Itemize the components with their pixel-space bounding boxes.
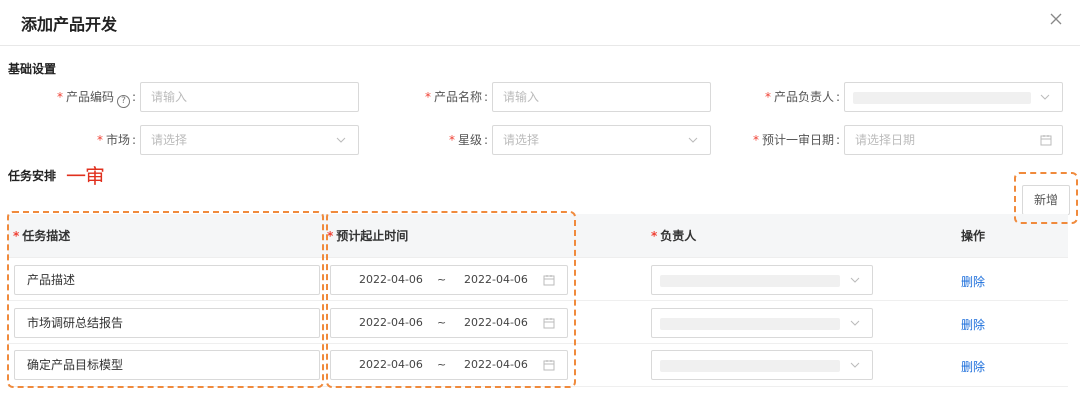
chevron-down-icon [850,320,860,326]
redacted-value [660,275,840,287]
calendar-icon [543,360,555,371]
task-table-header: * 任务描述 * 预计起止时间 * 负责人 操作 [8,214,1068,258]
task-owner-select[interactable] [651,308,873,338]
chevron-down-icon [850,362,860,368]
redacted-value [853,92,1031,104]
tasks-section-title: 任务安排 [8,169,57,183]
calendar-icon [1040,135,1052,146]
review-date-picker[interactable]: 请选择日期 [844,125,1063,155]
delete-task-link[interactable]: 删除 [961,358,985,375]
help-icon[interactable]: ? [116,95,130,108]
chevron-down-icon [336,137,346,143]
row-divider [8,300,1068,301]
stage-annotation: 一审 [66,164,105,188]
dialog-header: 添加产品开发 [0,0,1080,46]
product-code-input[interactable]: 请输入 [140,82,359,112]
col-description: * 任务描述 [13,229,71,243]
star-level-select[interactable]: 请选择 [492,125,711,155]
chevron-down-icon [850,277,860,283]
task-description-input[interactable]: 确定产品目标模型 [14,350,320,380]
product-owner-select[interactable] [844,82,1063,112]
chevron-down-icon [688,137,698,143]
task-owner-select[interactable] [651,265,873,295]
task-description-input[interactable]: 产品描述 [14,265,320,295]
dialog-title: 添加产品开发 [21,15,118,34]
col-period: * 预计起止时间 [327,229,409,243]
task-date-range[interactable]: 2022-04-06 ~ 2022-04-06 [330,265,568,295]
product-name-label: * 产品名称: [424,90,488,104]
product-name-input[interactable]: 请输入 [492,82,711,112]
market-label: * 市场: [96,133,136,147]
delete-task-link[interactable]: 删除 [961,316,985,333]
redacted-value [660,360,840,372]
calendar-icon [543,275,555,286]
col-action: 操作 [961,229,986,243]
redacted-value [660,318,840,330]
col-owner: * 负责人 [651,229,697,243]
product-code-label: * 产品编码?: [56,90,136,108]
calendar-icon [543,318,555,329]
row-divider [8,386,1068,387]
star-level-label: * 星级: [448,133,488,147]
task-owner-select[interactable] [651,350,873,380]
add-task-button[interactable]: 新增 [1022,185,1070,215]
product-owner-label: * 产品负责人: [764,90,840,104]
row-divider [8,343,1068,344]
task-date-range[interactable]: 2022-04-06 ~ 2022-04-06 [330,350,568,380]
task-description-input[interactable]: 市场调研总结报告 [14,308,320,338]
close-icon[interactable] [1048,11,1064,27]
task-date-range[interactable]: 2022-04-06 ~ 2022-04-06 [330,308,568,338]
delete-task-link[interactable]: 删除 [961,273,985,290]
review-date-label: * 预计一审日期: [752,133,840,147]
market-select[interactable]: 请选择 [140,125,359,155]
basic-section-title: 基础设置 [8,62,57,76]
chevron-down-icon [1040,94,1050,100]
